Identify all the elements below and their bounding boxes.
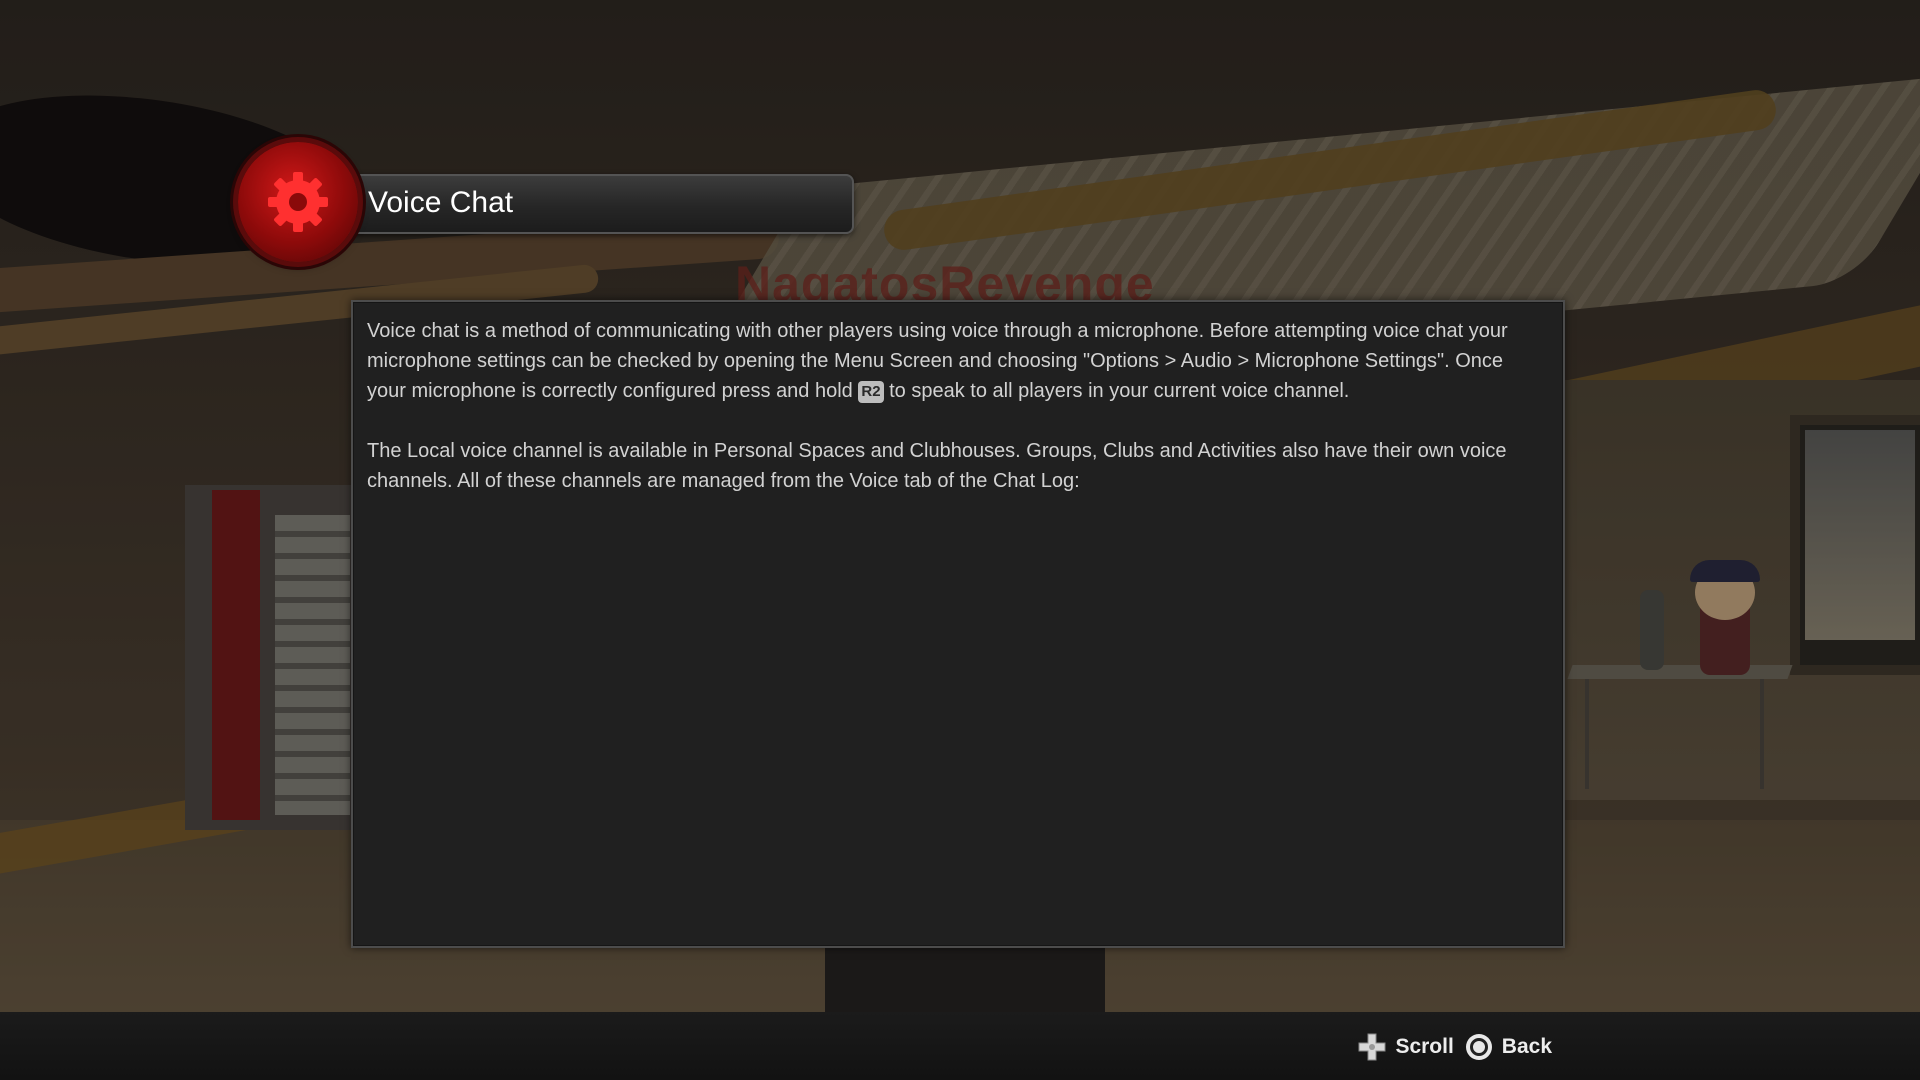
content-panel[interactable]: Voice chat is a method of communicating … xyxy=(351,300,1565,948)
page-title: Voice Chat xyxy=(368,186,514,219)
footer-hints: Scroll Back xyxy=(1357,1032,1552,1062)
back-label: Back xyxy=(1501,1035,1552,1058)
paragraph-channels: The Local voice channel is available in … xyxy=(367,440,1507,492)
paragraph-voice-chat: Voice chat is a method of communicating … xyxy=(367,316,1527,406)
text-segment: to speak to all players in your current … xyxy=(883,380,1350,402)
footer-bar xyxy=(0,1012,1920,1080)
r2-button-glyph: R2 xyxy=(858,381,884,403)
scroll-hint[interactable]: Scroll xyxy=(1357,1032,1454,1062)
scroll-label: Scroll xyxy=(1395,1035,1454,1058)
header-badge xyxy=(238,142,358,262)
circle-button-icon xyxy=(1465,1034,1492,1060)
dpad-icon xyxy=(1358,1033,1386,1061)
back-hint[interactable]: Back xyxy=(1464,1032,1552,1062)
gear-icon xyxy=(268,172,328,232)
help-text: Voice chat is a method of communicating … xyxy=(367,316,1527,526)
